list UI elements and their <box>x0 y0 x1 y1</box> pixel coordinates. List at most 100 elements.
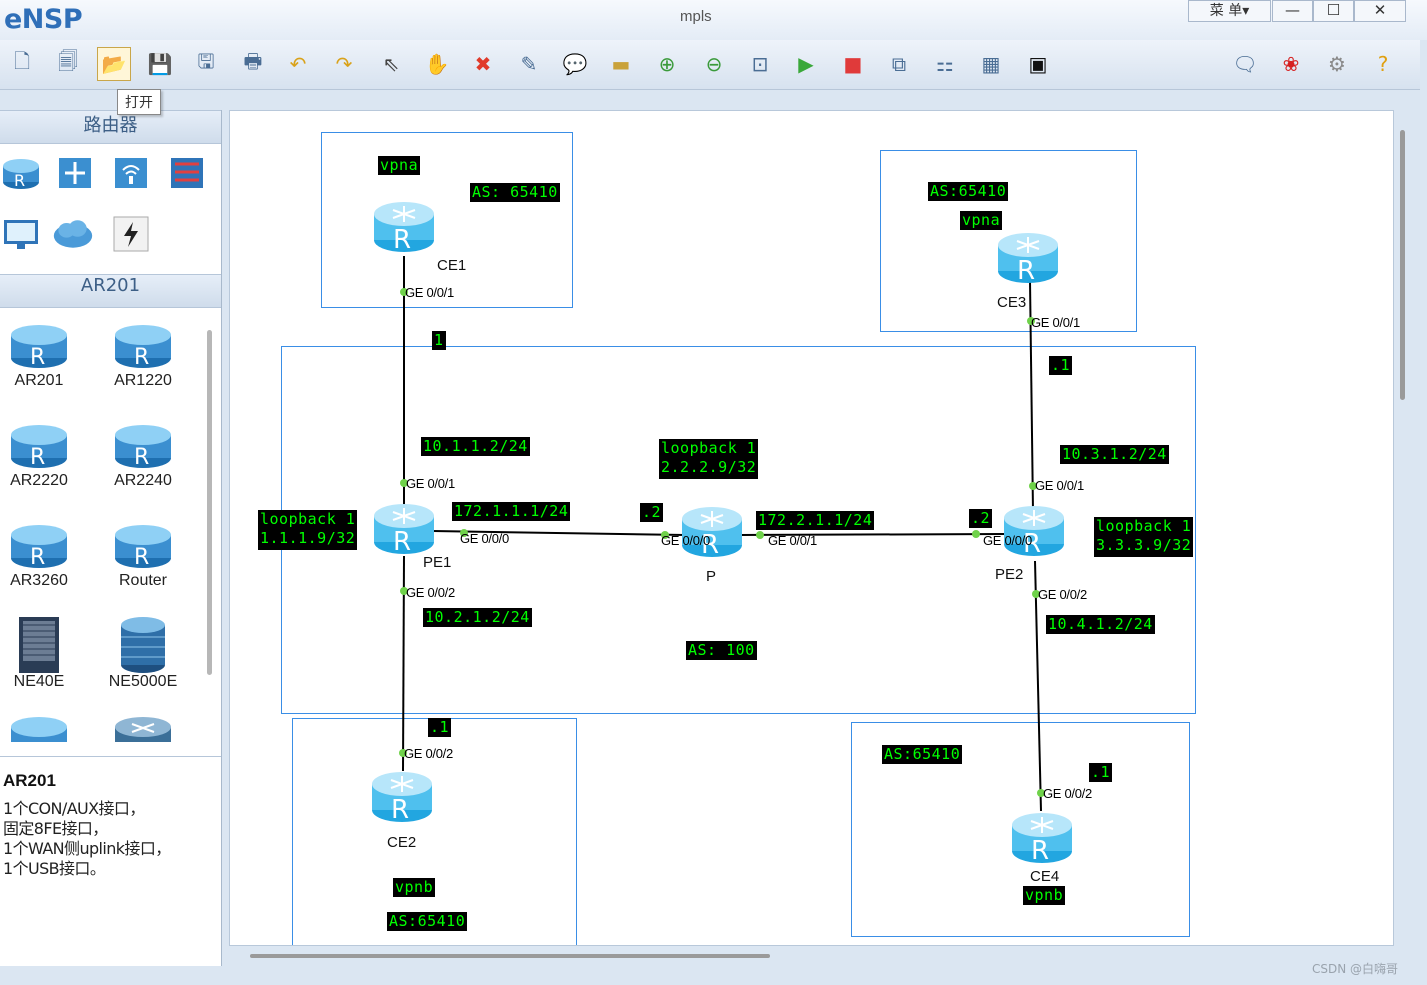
device-ar201[interactable]: R AR201 <box>0 320 84 390</box>
help-icon[interactable]: ? <box>1366 47 1400 81</box>
vpn-label[interactable]: vpnb <box>393 878 436 897</box>
redo-icon[interactable]: ↷ <box>327 47 361 81</box>
select-pointer-icon[interactable]: ⇖ <box>374 47 408 81</box>
vpn-label[interactable]: vpnb <box>1023 886 1066 905</box>
chassis-router-icon <box>10 615 68 675</box>
undo-icon[interactable]: ↶ <box>281 47 315 81</box>
device-info-title: AR201 <box>3 771 56 790</box>
router-ce4-icon[interactable]: R <box>1011 809 1073 867</box>
save-icon[interactable]: 💾 <box>143 47 177 81</box>
delete-icon[interactable]: ✖ <box>466 47 500 81</box>
topology-icon[interactable]: ⚏ <box>928 47 962 81</box>
as-label[interactable]: AS: 65410 <box>470 183 560 202</box>
router-p-icon[interactable]: R <box>681 503 743 561</box>
capture-icon[interactable]: ⧉ <box>882 47 916 81</box>
router-ce3-icon[interactable]: R <box>997 229 1059 287</box>
terminal-icon[interactable]: ▣ <box>1021 47 1055 81</box>
canvas-horizontal-scrollbar[interactable] <box>250 954 770 958</box>
device-ne40e[interactable]: NE40E <box>0 615 84 691</box>
host-label[interactable]: .1 <box>428 718 452 737</box>
menu-button[interactable]: 菜 单▾ <box>1188 0 1271 22</box>
ip-label[interactable]: 10.4.1.2/24 <box>1046 615 1155 634</box>
device-panel: 路由器 R AR201 R AR201 R AR1220 R AR2220 R … <box>0 110 222 966</box>
switch-category-icon[interactable] <box>54 152 96 192</box>
device-router[interactable]: R Router <box>98 520 188 590</box>
device-ar3260[interactable]: R AR3260 <box>0 520 84 590</box>
cloud-category-icon[interactable] <box>52 214 94 254</box>
rectangle-icon[interactable]: ▬ <box>604 47 638 81</box>
loopback-address: 2.2.2.9/32 <box>661 458 757 476</box>
minimize-button[interactable]: — <box>1272 0 1313 22</box>
host-label[interactable]: .1 <box>1089 763 1113 782</box>
topology-canvas[interactable]: R R R R R R R CE1 CE3 PE1 P PE2 CE2 CE4 … <box>229 110 1394 946</box>
ip-label[interactable]: 10.1.1.2/24 <box>421 437 530 456</box>
fit-view-icon[interactable]: ⊡ <box>743 47 777 81</box>
save-as-icon[interactable]: 🖫 <box>189 47 223 81</box>
pc-category-icon[interactable] <box>0 214 42 254</box>
port-label: GE 0/0/2 <box>406 585 455 600</box>
feedback-icon[interactable]: 🗨 <box>1228 47 1262 81</box>
loopback-label[interactable]: loopback 1 1.1.1.9/32 <box>258 510 358 550</box>
device-more-switch[interactable] <box>98 712 188 742</box>
device-more-router[interactable] <box>0 712 84 742</box>
port-label: GE 0/0/2 <box>1043 786 1092 801</box>
as-label[interactable]: AS:65410 <box>928 182 1009 201</box>
host-label[interactable]: .2 <box>969 509 993 528</box>
print-icon[interactable]: 🖶 <box>236 47 270 81</box>
vpn-label[interactable]: vpna <box>378 156 421 175</box>
svg-text:R: R <box>391 795 409 825</box>
zoom-out-icon[interactable]: ⊖ <box>697 47 731 81</box>
device-label: AR3260 <box>10 572 68 589</box>
start-device-icon[interactable]: ▶ <box>789 47 823 81</box>
firewall-category-icon[interactable] <box>166 152 208 192</box>
device-info-line: 1个USB接口。 <box>3 859 106 878</box>
router-category-icon[interactable]: R <box>0 152 42 192</box>
router-ce2-icon[interactable]: R <box>371 768 433 826</box>
zoom-in-icon[interactable]: ⊕ <box>650 47 684 81</box>
pan-hand-icon[interactable]: ✋ <box>420 47 454 81</box>
device-label: NE5000E <box>108 673 178 690</box>
router-icon: R <box>114 520 172 570</box>
host-label[interactable]: .2 <box>640 503 664 522</box>
device-info-panel: AR201 1个CON/AUX接口， 固定8FE接口， 1个WAN侧uplink… <box>0 756 221 966</box>
section-routers-header[interactable]: 路由器 <box>0 110 221 144</box>
section-model-header[interactable]: AR201 <box>0 274 221 308</box>
host-label[interactable]: .1 <box>1049 356 1073 375</box>
device-ar2220[interactable]: R AR2220 <box>0 420 84 490</box>
loopback-label[interactable]: loopback 1 3.3.3.9/32 <box>1094 517 1194 557</box>
device-list-scrollbar[interactable] <box>207 330 212 675</box>
as-label[interactable]: AS:65410 <box>882 745 963 764</box>
stop-device-icon[interactable]: ■ <box>836 47 870 81</box>
device-ne5000e[interactable]: NE5000E <box>98 615 188 691</box>
wireless-category-icon[interactable] <box>110 152 152 192</box>
ip-label[interactable]: 10.3.1.2/24 <box>1060 445 1169 464</box>
device-ar1220[interactable]: R AR1220 <box>98 320 188 390</box>
loopback-label[interactable]: loopback 1 2.2.2.9/32 <box>659 439 759 479</box>
canvas-vertical-scrollbar[interactable] <box>1400 130 1405 400</box>
router-pe2-icon[interactable]: R <box>1003 502 1065 560</box>
ip-label[interactable]: 10.2.1.2/24 <box>423 608 532 627</box>
device-ar2240[interactable]: R AR2240 <box>98 420 188 490</box>
as-label[interactable]: AS: 100 <box>686 641 757 660</box>
ip-label[interactable]: 172.2.1.1/24 <box>756 511 875 530</box>
watermark: CSDN @白嗨哥 <box>1312 962 1399 976</box>
new-example-icon[interactable]: 🗐 <box>51 47 85 81</box>
maximize-button[interactable]: ☐ <box>1313 0 1354 22</box>
open-icon[interactable]: 📂 <box>97 47 131 81</box>
router-pe1-icon[interactable]: R <box>373 500 435 558</box>
as-label[interactable]: AS:65410 <box>387 912 468 931</box>
text-note-icon[interactable]: 💬 <box>558 47 592 81</box>
host-label[interactable]: 1 <box>432 331 446 350</box>
new-topology-icon[interactable]: 🗋 <box>5 47 39 81</box>
settings-gear-icon[interactable]: ⚙ <box>1320 47 1354 81</box>
huawei-icon[interactable]: ❀ <box>1274 47 1308 81</box>
router-ce1-icon[interactable]: R <box>373 198 435 256</box>
vpn-label[interactable]: vpna <box>960 211 1003 230</box>
ip-label[interactable]: 172.1.1.1/24 <box>452 502 571 521</box>
delete-link-icon[interactable]: ✎ <box>512 47 546 81</box>
svg-text:R: R <box>30 545 45 570</box>
connection-category-icon[interactable] <box>110 214 152 254</box>
device-info-line: 1个CON/AUX接口， <box>3 799 145 818</box>
close-button[interactable]: ✕ <box>1354 0 1406 22</box>
grid-icon[interactable]: ▦ <box>974 47 1008 81</box>
